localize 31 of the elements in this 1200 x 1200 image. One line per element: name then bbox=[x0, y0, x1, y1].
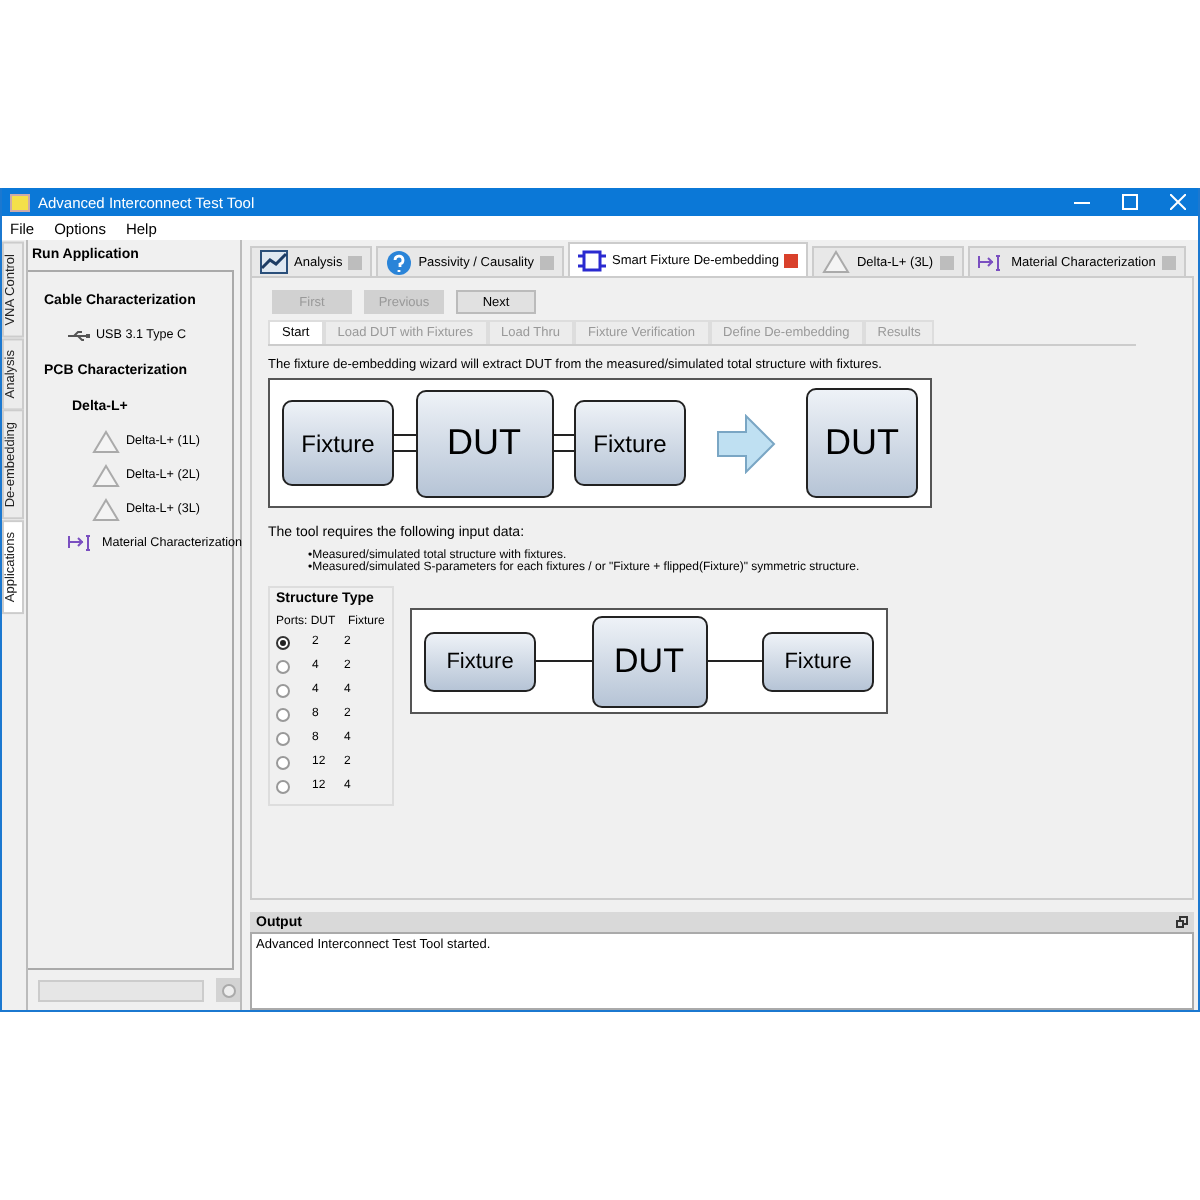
radio-button[interactable] bbox=[276, 779, 290, 793]
close-icon[interactable] bbox=[784, 253, 799, 267]
chart-icon bbox=[260, 250, 288, 274]
app-icon bbox=[10, 193, 30, 211]
chip-icon bbox=[578, 249, 607, 271]
fixture-block: Fixture bbox=[762, 631, 874, 691]
triangle-icon bbox=[92, 497, 120, 521]
radio-button[interactable] bbox=[276, 659, 290, 673]
triangle-icon bbox=[92, 429, 120, 453]
thickness-icon bbox=[68, 534, 96, 552]
triangle-icon bbox=[92, 463, 120, 487]
input-field[interactable] bbox=[38, 979, 205, 1001]
dut-block: DUT bbox=[415, 389, 553, 497]
dut-block: DUT bbox=[591, 615, 707, 707]
fixture-block: Fixture bbox=[282, 400, 394, 486]
dut-block: DUT bbox=[806, 388, 918, 498]
radio-button[interactable] bbox=[276, 731, 290, 745]
settings-button[interactable] bbox=[216, 978, 240, 1002]
arrow-icon bbox=[716, 413, 776, 473]
radio-button[interactable] bbox=[276, 755, 290, 769]
usb-icon bbox=[68, 329, 90, 341]
radio-button[interactable] bbox=[276, 707, 290, 721]
close-icon[interactable] bbox=[1170, 194, 1186, 210]
fixture-block: Fixture bbox=[574, 400, 686, 486]
maximize-icon[interactable] bbox=[1122, 194, 1138, 210]
radio-button[interactable] bbox=[276, 635, 290, 649]
help-icon bbox=[386, 249, 413, 275]
thickness-icon bbox=[977, 253, 1006, 271]
radio-button[interactable] bbox=[276, 683, 290, 697]
restore-icon[interactable] bbox=[1176, 916, 1188, 928]
fixture-block: Fixture bbox=[424, 631, 536, 691]
